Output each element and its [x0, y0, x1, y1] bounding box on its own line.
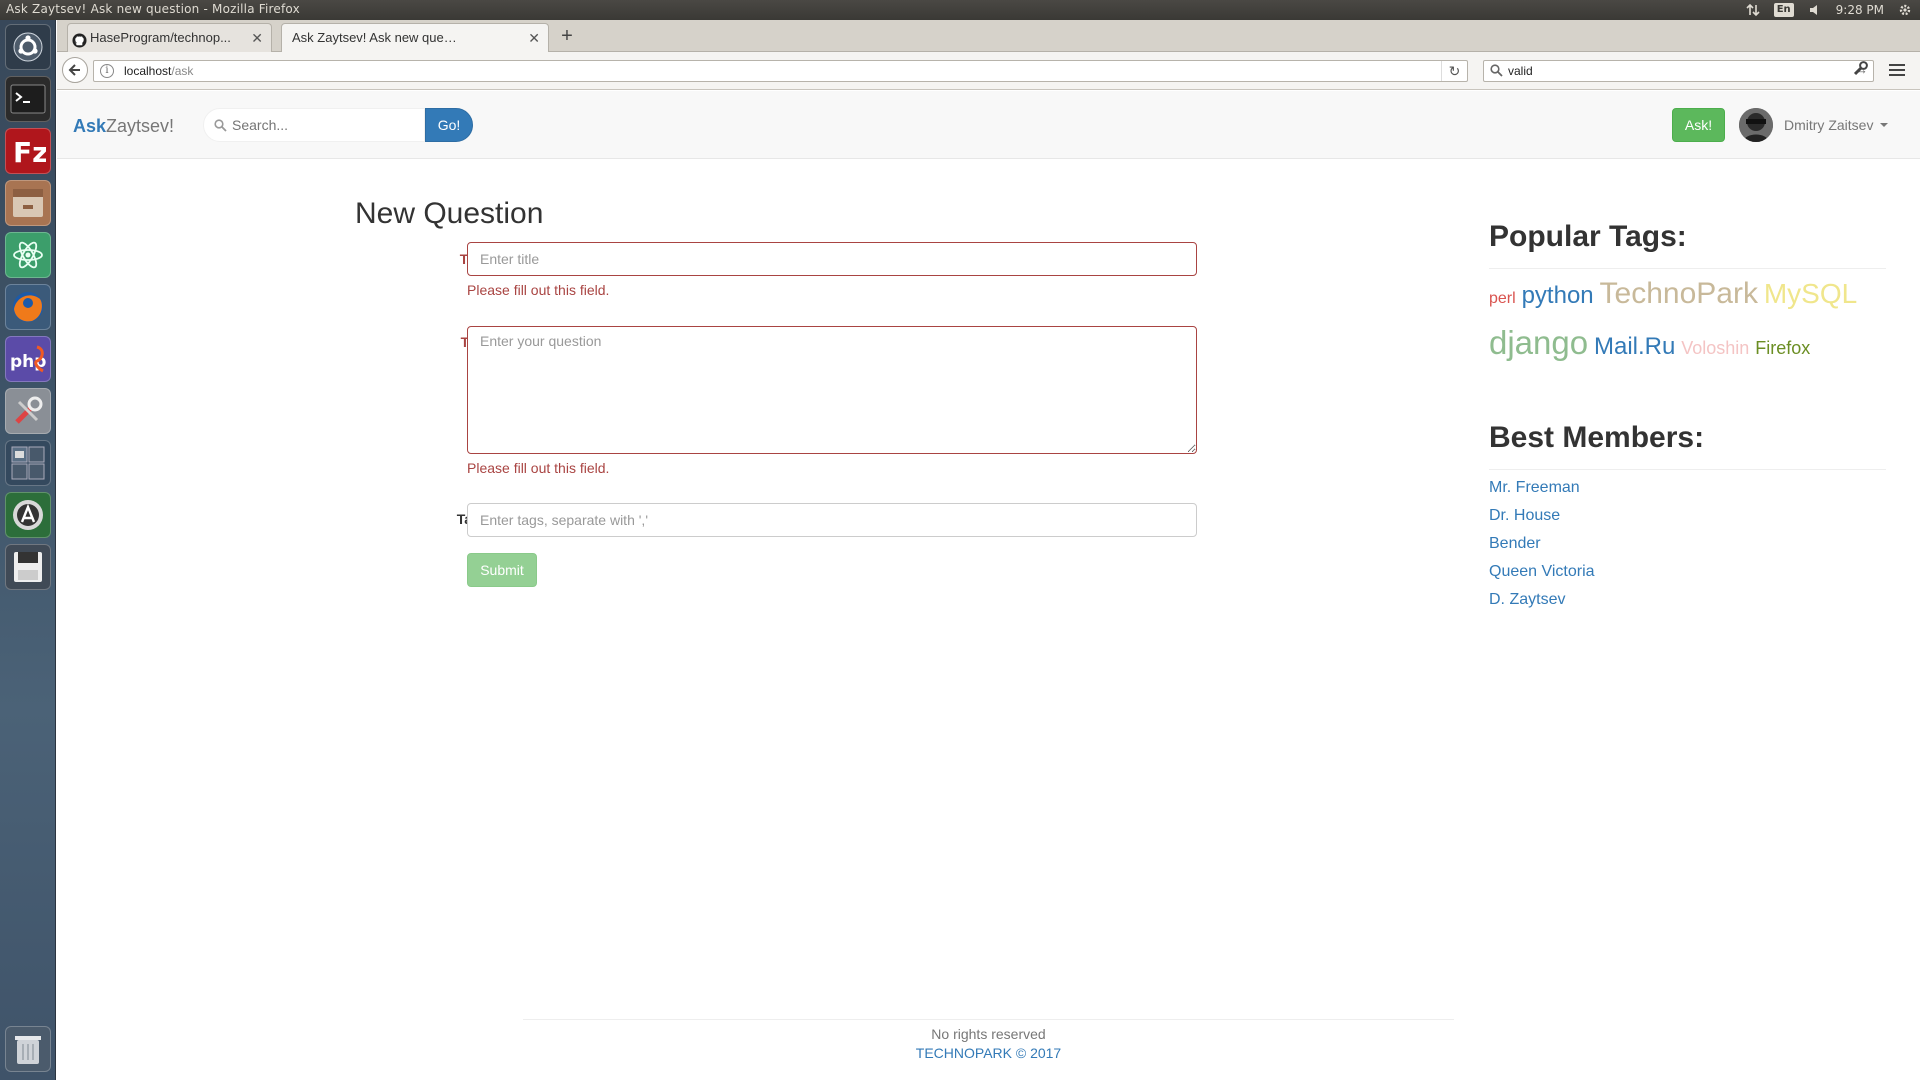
title-field[interactable]	[467, 242, 1197, 276]
tag-perl[interactable]: perl	[1489, 290, 1516, 307]
close-tab-icon[interactable]: ✕	[251, 24, 263, 52]
search-icon	[1490, 64, 1503, 80]
site-navbar: AskZaytsev! Go! Ask! Dmitry Zaitsev	[57, 91, 1920, 159]
tag-cloud: perl python TechnoPark MySQL django Mail…	[1489, 272, 1886, 371]
close-tab-icon[interactable]: ✕	[528, 24, 540, 52]
search-value: valid	[1508, 64, 1533, 78]
search-input[interactable]	[232, 117, 417, 133]
keyboard-layout-indicator[interactable]: En	[1773, 3, 1794, 17]
github-icon	[72, 30, 87, 48]
caret-down-icon[interactable]	[1880, 123, 1888, 127]
unity-launcher: Fz php	[0, 20, 56, 1080]
footer-rights: No rights reserved	[931, 1026, 1046, 1042]
drive-icon[interactable]	[5, 544, 51, 590]
browser-search-bar[interactable]: valid →	[1483, 60, 1874, 82]
popular-tags-title: Popular Tags:	[1489, 220, 1687, 253]
filezilla-icon[interactable]: Fz	[5, 128, 51, 174]
avatar[interactable]	[1739, 108, 1773, 142]
reload-icon[interactable]: ↻	[1441, 61, 1467, 81]
terminal-icon[interactable]	[5, 76, 51, 122]
tag-technopark[interactable]: TechnoPark	[1600, 277, 1758, 310]
system-top-panel: Ask Zaytsev! Ask new question - Mozilla …	[0, 0, 1920, 20]
brand-rest: Zaytsev!	[106, 116, 175, 136]
file-manager-icon[interactable]	[5, 180, 51, 226]
tag-firefox[interactable]: Firefox	[1755, 338, 1810, 358]
system-settings-icon[interactable]	[5, 388, 51, 434]
system-tray: En 9:28 PM	[1746, 1, 1912, 19]
search-input-wrapper	[203, 108, 425, 142]
info-icon[interactable]: i	[100, 64, 114, 78]
title-error: Please fill out this field.	[467, 282, 610, 298]
member-link[interactable]: Queen Victoria	[1489, 558, 1595, 586]
footer-copyright[interactable]: TECHNOPARK © 2017	[523, 1045, 1454, 1061]
best-members-title: Best Members:	[1489, 421, 1705, 454]
divider	[1489, 268, 1886, 269]
tag-mailru[interactable]: Mail.Ru	[1594, 333, 1675, 360]
go-button[interactable]: Go!	[425, 108, 473, 142]
clock[interactable]: 9:28 PM	[1836, 3, 1884, 17]
browser-nav-bar: i localhost/ask ↻ valid →	[57, 52, 1920, 90]
trash-icon[interactable]	[5, 1026, 51, 1072]
member-link[interactable]: D. Zaytsev	[1489, 586, 1595, 614]
browser-tab-bar: HaseProgram/technop... ✕ Ask Zaytsev! As…	[57, 20, 1920, 53]
footer-divider	[523, 1019, 1454, 1020]
new-tab-button[interactable]: +	[555, 23, 579, 49]
tags-field[interactable]	[467, 503, 1197, 537]
question-textarea[interactable]	[467, 326, 1197, 454]
submit-button[interactable]: Submit	[467, 553, 537, 587]
url-host: localhost	[124, 64, 172, 78]
member-link[interactable]: Bender	[1489, 530, 1595, 558]
tab-github[interactable]: HaseProgram/technop... ✕	[67, 23, 272, 52]
tab-ask-zaytsev[interactable]: Ask Zaytsev! Ask new quest... ✕	[281, 23, 549, 53]
text-error: Please fill out this field.	[467, 460, 610, 476]
software-updater-icon[interactable]	[5, 492, 51, 538]
brand-bold: Ask	[73, 116, 107, 136]
user-name[interactable]: Dmitry Zaitsev	[1784, 117, 1873, 133]
tag-python[interactable]: python	[1522, 282, 1594, 309]
tag-mysql[interactable]: MySQL	[1764, 278, 1857, 309]
network-icon[interactable]	[1746, 3, 1760, 17]
site-search: Go!	[203, 108, 473, 142]
back-button[interactable]	[62, 57, 88, 83]
url-bar[interactable]: i localhost/ask ↻	[93, 60, 1468, 82]
svg-text:Fz: Fz	[13, 136, 46, 169]
search-icon	[214, 119, 227, 135]
member-link[interactable]: Dr. House	[1489, 502, 1595, 530]
hamburger-menu-icon[interactable]	[1886, 59, 1908, 81]
members-list: Mr. Freeman Dr. House Bender Queen Victo…	[1489, 474, 1595, 614]
page-title: New Question	[355, 197, 544, 230]
atom-icon[interactable]	[5, 232, 51, 278]
url-path: /ask	[171, 64, 194, 78]
tab-label: Ask Zaytsev! Ask new quest...	[292, 30, 462, 45]
ubuntu-dash-icon[interactable]	[5, 24, 51, 70]
arrow-left-icon	[68, 64, 80, 76]
firefox-icon[interactable]	[5, 284, 51, 330]
tab-label: HaseProgram/technop...	[90, 30, 231, 45]
member-link[interactable]: Mr. Freeman	[1489, 474, 1595, 502]
wrench-icon[interactable]	[1853, 61, 1868, 80]
divider	[1489, 469, 1886, 470]
tag-django[interactable]: django	[1489, 324, 1588, 361]
brand-logo[interactable]: AskZaytsev!	[73, 116, 174, 137]
url-text[interactable]: localhost/ask	[124, 64, 193, 78]
window-title: Ask Zaytsev! Ask new question - Mozilla …	[6, 2, 300, 16]
session-gear-icon[interactable]	[1898, 3, 1912, 17]
volume-icon[interactable]	[1808, 3, 1822, 17]
ask-button[interactable]: Ask!	[1672, 108, 1725, 142]
workspace-switcher-icon[interactable]	[5, 440, 51, 486]
tag-voloshin[interactable]: Voloshin	[1681, 338, 1749, 358]
page-viewport: AskZaytsev! Go! Ask! Dmitry Zaitsev New …	[57, 91, 1920, 1080]
phpstorm-icon[interactable]: php	[5, 336, 51, 382]
